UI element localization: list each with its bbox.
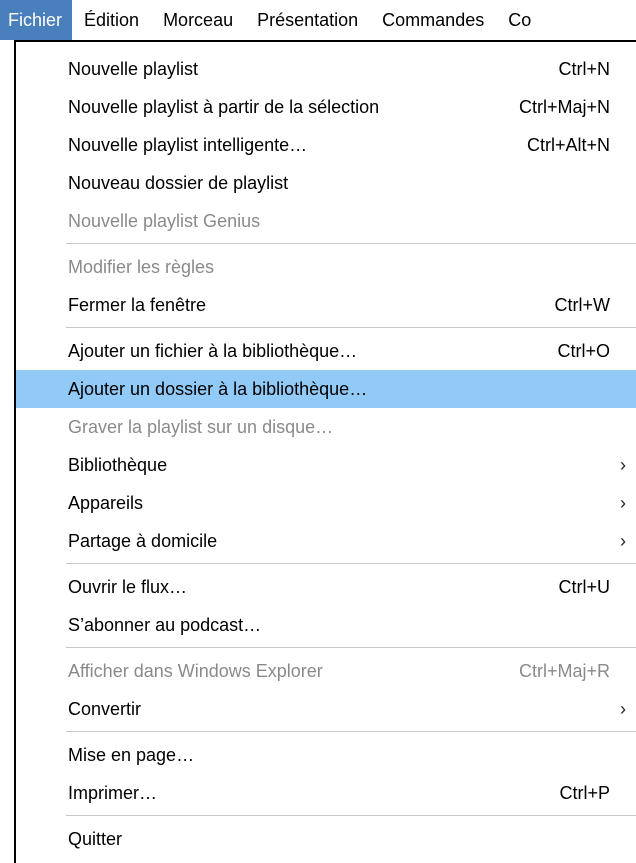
- menu-item-label: Nouvelle playlist à partir de la sélecti…: [68, 96, 380, 117]
- menu-item-shortcut: Ctrl+W: [554, 294, 611, 315]
- menu-item-shortcut: Ctrl+P: [559, 782, 610, 803]
- menu-item-shortcut: Ctrl+Maj+R: [518, 660, 610, 681]
- menu-item-ouvrir-le-flux[interactable]: Ouvrir le flux… Ctrl+U: [16, 568, 636, 606]
- menu-item-quitter[interactable]: Quitter: [16, 820, 636, 858]
- menubar-presentation[interactable]: Présentation: [245, 0, 370, 40]
- menu-item-label: Nouvelle playlist Genius: [68, 210, 261, 231]
- menu-item-label: Mise en page…: [68, 744, 195, 765]
- menu-item-nouvelle-playlist-a-partir-de-la-selection[interactable]: Nouvelle playlist à partir de la sélecti…: [16, 88, 636, 126]
- menu-separator: [16, 644, 636, 652]
- menu-item-label: Modifier les règles: [68, 256, 215, 277]
- menu-item-ajouter-un-fichier-a-la-bibliotheque[interactable]: Ajouter un fichier à la bibliothèque… Ctr…: [16, 332, 636, 370]
- chevron-right-icon: ›: [620, 454, 626, 475]
- menubar-edition[interactable]: Édition: [72, 0, 151, 40]
- menubar-commandes[interactable]: Commandes: [370, 0, 496, 40]
- menubar-fichier[interactable]: Fichier: [0, 0, 73, 40]
- menu-separator: [16, 560, 636, 568]
- menu-item-label: Appareils: [68, 492, 144, 513]
- menu-item-label: Nouveau dossier de playlist: [68, 172, 289, 193]
- menu-item-label: Quitter: [68, 828, 123, 849]
- menu-item-shortcut: Ctrl+N: [558, 58, 610, 79]
- chevron-right-icon: ›: [620, 530, 626, 551]
- menu-item-nouvelle-playlist-genius: Nouvelle playlist Genius: [16, 202, 636, 240]
- menu-item-label: Nouvelle playlist intelligente…: [68, 134, 308, 155]
- menu-item-fermer-la-fenetre[interactable]: Fermer la fenêtre Ctrl+W: [16, 286, 636, 324]
- menu-item-mise-en-page[interactable]: Mise en page…: [16, 736, 636, 774]
- menubar-morceau[interactable]: Morceau: [151, 0, 245, 40]
- menubar-controles[interactable]: Co: [496, 0, 543, 40]
- menu-item-s-abonner-au-podcast[interactable]: S’abonner au podcast…: [16, 606, 636, 644]
- menu-item-afficher-dans-windows-explorer: Afficher dans Windows Explorer Ctrl+Maj+R: [16, 652, 636, 690]
- menu-separator: [16, 728, 636, 736]
- menu-item-shortcut: Ctrl+Alt+N: [526, 134, 610, 155]
- menu-item-label: Imprimer…: [68, 782, 157, 803]
- menu-item-imprimer[interactable]: Imprimer… Ctrl+P: [16, 774, 636, 812]
- menu-separator: [16, 324, 636, 332]
- menu-separator: [16, 240, 636, 248]
- menu-item-label: Graver la playlist sur un disque…: [68, 416, 334, 437]
- fichier-dropdown-menu: Nouvelle playlist Ctrl+N Nouvelle playlist…: [14, 40, 636, 863]
- chevron-right-icon: ›: [620, 698, 626, 719]
- menu-item-nouveau-dossier-de-playlist[interactable]: Nouveau dossier de playlist: [16, 164, 636, 202]
- chevron-right-icon: ›: [620, 492, 626, 513]
- menu-item-shortcut: Ctrl+Maj+N: [518, 96, 610, 117]
- menu-separator: [16, 812, 636, 820]
- menu-bar: Fichier Édition Morceau Présentation Com…: [0, 0, 636, 40]
- menu-item-convertir[interactable]: Convertir ›: [16, 690, 636, 728]
- menu-item-partage-a-domicile[interactable]: Partage à domicile ›: [16, 522, 636, 560]
- menu-item-label: S’abonner au podcast…: [68, 614, 262, 635]
- menu-item-shortcut: Ctrl+U: [558, 576, 610, 597]
- menu-item-label: Fermer la fenêtre: [68, 294, 207, 315]
- menu-items-list: Nouvelle playlist Ctrl+N Nouvelle playlist…: [16, 50, 636, 858]
- menu-item-label: Ajouter un fichier à la bibliothèque…: [68, 340, 358, 361]
- menu-item-label: Convertir: [68, 698, 142, 719]
- menu-item-shortcut: Ctrl+O: [557, 340, 610, 361]
- menu-item-label: Bibliothèque: [68, 454, 168, 475]
- menu-item-appareils[interactable]: Appareils ›: [16, 484, 636, 522]
- menu-item-bibliotheque[interactable]: Bibliothèque ›: [16, 446, 636, 484]
- menu-item-modifier-les-regles: Modifier les règles: [16, 248, 636, 286]
- menu-item-label: Nouvelle playlist: [68, 58, 199, 79]
- menu-item-label: Afficher dans Windows Explorer: [68, 660, 323, 681]
- menu-item-label: Ouvrir le flux…: [68, 576, 188, 597]
- menu-item-label: Partage à domicile: [68, 530, 218, 551]
- menu-item-nouvelle-playlist[interactable]: Nouvelle playlist Ctrl+N: [16, 50, 636, 88]
- menu-item-ajouter-un-dossier-a-la-bibliotheque[interactable]: Ajouter un dossier à la bibliothèque…: [16, 370, 636, 408]
- menu-item-label: Ajouter un dossier à la bibliothèque…: [68, 378, 368, 399]
- menu-item-graver-la-playlist-sur-un-disque: Graver la playlist sur un disque…: [16, 408, 636, 446]
- menu-item-nouvelle-playlist-intelligente[interactable]: Nouvelle playlist intelligente… Ctrl+Alt+…: [16, 126, 636, 164]
- app-frame: Fichier Édition Morceau Présentation Com…: [0, 0, 636, 863]
